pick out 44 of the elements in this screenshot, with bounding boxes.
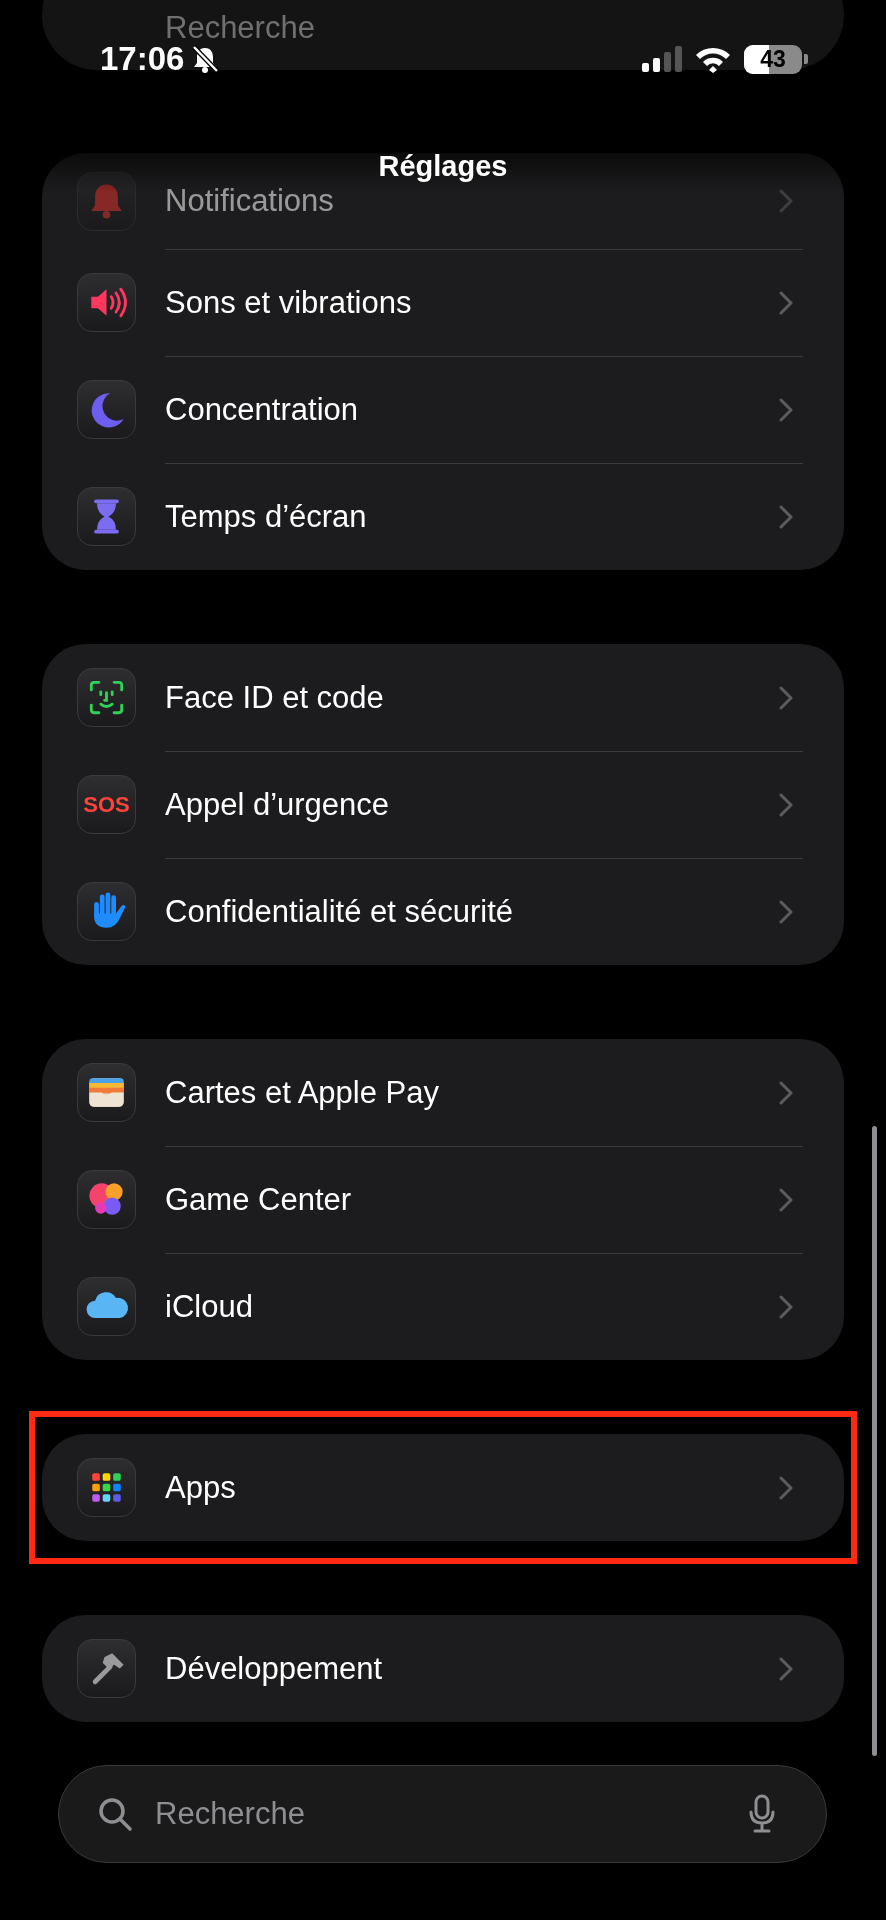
row-label[interactable]: Appel d’urgence: [165, 787, 779, 823]
row-label[interactable]: Sons et vibrations: [165, 285, 779, 321]
page-title: Réglages: [378, 149, 508, 183]
chevron-icon: [779, 793, 793, 817]
status-time: 17:06: [100, 40, 185, 78]
chevron-icon: [779, 1295, 793, 1319]
face-icon: [77, 668, 136, 727]
bubbles-icon: [77, 1170, 136, 1229]
chevron-icon: [779, 685, 793, 710]
chevron-icon: [779, 1188, 793, 1212]
row-label[interactable]: Notifications: [165, 183, 779, 219]
moon-icon: [77, 380, 136, 439]
chevron-icon: [779, 291, 793, 315]
search-input[interactable]: Recherche: [153, 1795, 748, 1833]
search-icon: [97, 1796, 133, 1832]
sos-icon: SOS: [77, 775, 136, 834]
search-field[interactable]: Recherche: [58, 1765, 827, 1863]
chevron-icon: [779, 1080, 793, 1105]
bell-slash-icon: [190, 44, 221, 74]
chevron-icon: [779, 1656, 793, 1681]
row-label[interactable]: Apps: [165, 1469, 779, 1506]
chevron-icon: [779, 189, 793, 213]
row-label[interactable]: Cartes et Apple Pay: [165, 1074, 779, 1111]
grid-icon: [77, 1458, 136, 1517]
cloud-icon: [77, 1277, 136, 1336]
row-label[interactable]: Face ID et code: [165, 679, 779, 716]
row-label[interactable]: Développement: [165, 1650, 779, 1687]
hammer-icon: [77, 1639, 136, 1698]
signal-icon: [642, 46, 682, 72]
wifi-icon: [694, 45, 732, 73]
row-label[interactable]: Concentration: [165, 392, 779, 428]
speaker-icon: [77, 273, 136, 332]
chevron-icon: [779, 505, 793, 529]
row-label[interactable]: iCloud: [165, 1289, 779, 1325]
chevron-icon: [779, 900, 793, 924]
chevron-icon: [779, 398, 793, 422]
microphone-icon[interactable]: [748, 1794, 776, 1834]
hand-icon: [77, 882, 136, 941]
row-label[interactable]: Confidentialité et sécurité: [165, 894, 779, 930]
hourglass-icon: [77, 487, 136, 546]
row-label[interactable]: Temps d’écran: [165, 499, 779, 535]
row-label[interactable]: Game Center: [165, 1182, 779, 1218]
chevron-icon: [779, 1475, 793, 1500]
wallet-icon: [77, 1063, 136, 1122]
